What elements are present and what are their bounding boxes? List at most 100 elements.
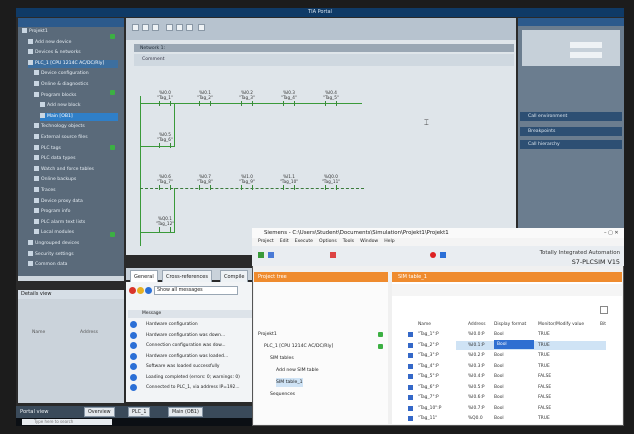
tree-item[interactable]: Online backups (34, 176, 118, 184)
column-header[interactable]: Address (468, 320, 486, 329)
message-row[interactable]: Hardware configuration was down... (126, 331, 256, 340)
ladder-contact[interactable]: %I0.0 "Tag_1" (150, 90, 180, 108)
menu-item[interactable]: Window (360, 239, 378, 244)
sim-cell-format[interactable]: Bool (494, 383, 504, 392)
menu-item[interactable]: Help (384, 239, 394, 244)
tree-item[interactable]: Main [OB1] (40, 112, 118, 121)
column-header[interactable]: Name (418, 320, 431, 329)
message-row[interactable]: Connection configuration was dow... (126, 341, 256, 350)
sim-cell-address[interactable]: %I0.2:P (468, 351, 485, 360)
portal-view-button[interactable]: Portal view (20, 407, 66, 417)
sim-cell-address[interactable]: %Q0.0 (468, 414, 483, 423)
menu-item[interactable]: Execute (295, 239, 313, 244)
tab-compile[interactable]: Compile (220, 270, 249, 282)
tree-item[interactable]: Technology objects (34, 123, 118, 131)
editor-tab-overview[interactable]: Overview (84, 407, 115, 417)
menu-item[interactable]: Edit (280, 239, 289, 244)
sim-cell-value[interactable]: FALSE (538, 372, 551, 381)
table-settings-icon[interactable] (600, 306, 608, 314)
tree-item[interactable]: Watch and force tables (34, 165, 118, 174)
sim-cell-value[interactable]: FALSE (538, 393, 551, 402)
column-header[interactable]: Bit (600, 320, 606, 329)
sim-cell-value[interactable]: TRUE (538, 362, 550, 371)
window-controls[interactable]: – ▢ ✕ (604, 230, 620, 236)
sim-cell-name[interactable]: "Tag_4":P (418, 362, 439, 371)
tree-item[interactable]: Projekt1 (22, 28, 118, 36)
network-comment[interactable]: Comment (134, 54, 514, 66)
ladder-contact[interactable]: %Q0.0 "Tag_11" (316, 174, 346, 192)
toolbar-button[interactable] (198, 24, 205, 31)
info-filter-icon[interactable] (145, 287, 152, 294)
tree-item[interactable]: Ungrouped devices (28, 240, 118, 248)
ladder-contact[interactable]: %I0.4 "Tag_5" (316, 90, 346, 108)
sim-cell-name[interactable]: "Tag_7":P (418, 393, 439, 402)
ladder-contact[interactable]: %I0.2 "Tag_3" (232, 90, 262, 108)
task-panel-field[interactable] (570, 42, 602, 48)
sim-cell-value[interactable]: FALSE (538, 383, 551, 392)
ladder-contact[interactable]: %I0.7 "Tag_8" (190, 174, 220, 192)
toolbar-button[interactable] (186, 24, 193, 31)
message-row[interactable]: Connected to PLC_1, via address IP=192..… (126, 383, 256, 392)
tree-item[interactable]: Local modules (34, 229, 118, 237)
tab-general[interactable]: General (130, 270, 158, 282)
tree-item[interactable]: Add new block (40, 102, 118, 110)
details-view-header[interactable]: Details view (18, 290, 124, 299)
open-icon[interactable] (268, 252, 274, 258)
editor-tab-plc[interactable]: PLC_1 (128, 407, 151, 417)
sim-cell-format[interactable]: Bool (494, 393, 504, 402)
sim-cell-address[interactable]: %I0.1:P (468, 341, 485, 350)
save-icon[interactable] (258, 252, 264, 258)
sim-cell-name[interactable]: "Tag_1":P (418, 330, 439, 339)
ladder-contact[interactable]: %I1.0 "Tag_9" (232, 174, 262, 192)
warning-filter-icon[interactable] (137, 287, 144, 294)
menu-item[interactable]: Project (258, 239, 274, 244)
sim-cell-value[interactable]: TRUE (538, 341, 550, 350)
toolbar-button[interactable] (142, 24, 149, 31)
message-row[interactable]: Hardware configuration was loaded... (126, 352, 256, 361)
tree-item[interactable]: Common data (28, 261, 118, 269)
display-format-dropdown[interactable]: Bool (494, 340, 534, 349)
tree-item[interactable]: PLC data types (34, 155, 118, 163)
tree-item[interactable]: Online & diagnostics (34, 81, 118, 89)
delete-icon[interactable] (330, 252, 336, 258)
editor-tab-main[interactable]: Main (OB1) (168, 407, 203, 417)
sim-cell-address[interactable]: %I0.5:P (468, 383, 485, 392)
tree-item[interactable]: Traces (34, 187, 118, 195)
tree-item[interactable]: Devices & networks (28, 49, 118, 57)
menu-item[interactable]: Tools (343, 239, 354, 244)
sim-project-item[interactable]: Add new SIM table (276, 366, 319, 375)
sim-cell-value[interactable]: FALSE (538, 404, 551, 413)
ladder-contact[interactable]: %I0.6 "Tag_7" (150, 174, 180, 192)
stop-icon[interactable] (430, 252, 436, 258)
tree-item[interactable]: PLC alarm text lists (34, 218, 118, 227)
windows-search-input[interactable]: Type here to search (22, 419, 112, 425)
ladder-contact[interactable]: %I0.1 "Tag_2" (190, 90, 220, 108)
tree-item[interactable]: Security settings (28, 250, 118, 259)
message-row[interactable]: Hardware configuration (126, 320, 256, 329)
run-icon[interactable] (440, 252, 446, 258)
ladder-contact[interactable]: %I0.5 "Tag_6" (150, 132, 180, 150)
sim-project-item[interactable]: Projekt1 (258, 330, 277, 339)
ladder-contact[interactable]: %I1.1 "Tag_10" (274, 174, 304, 192)
sim-project-item[interactable]: Sequences (270, 390, 295, 399)
sim-cell-format[interactable]: Bool (494, 362, 504, 371)
sim-cell-value[interactable]: TRUE (538, 330, 550, 339)
sim-cell-address[interactable]: %I0.4:P (468, 372, 485, 381)
message-row[interactable]: Software was loaded successfully (126, 362, 256, 371)
sim-cell-value[interactable]: TRUE (538, 414, 550, 423)
tree-item[interactable]: External source files (34, 134, 118, 142)
sim-cell-name[interactable]: "Tag_5":P (418, 372, 439, 381)
ladder-contact[interactable]: %Q0.1 "Tag_12" (150, 216, 180, 234)
ladder-contact[interactable]: %I0.3 "Tag_4" (274, 90, 304, 108)
sim-cell-address[interactable]: %I0.3:P (468, 362, 485, 371)
toolbar-button[interactable] (132, 24, 139, 31)
sim-project-item[interactable]: PLC_1 [CPU 1214C AC/DC/Rly] (264, 342, 333, 351)
tree-item[interactable]: PLC tags (34, 144, 118, 153)
sim-project-item[interactable]: SIM tables (270, 354, 294, 363)
error-filter-icon[interactable] (129, 287, 136, 294)
column-header[interactable]: Monitor/Modify value (538, 320, 584, 329)
tree-item[interactable]: Device proxy data (34, 197, 118, 206)
tree-item[interactable]: PLC_1 [CPU 1214C AC/DC/Rly] (28, 59, 118, 68)
section-call-hierarchy[interactable]: Call hierarchy (520, 140, 622, 149)
tree-item[interactable]: Program info (34, 208, 118, 216)
